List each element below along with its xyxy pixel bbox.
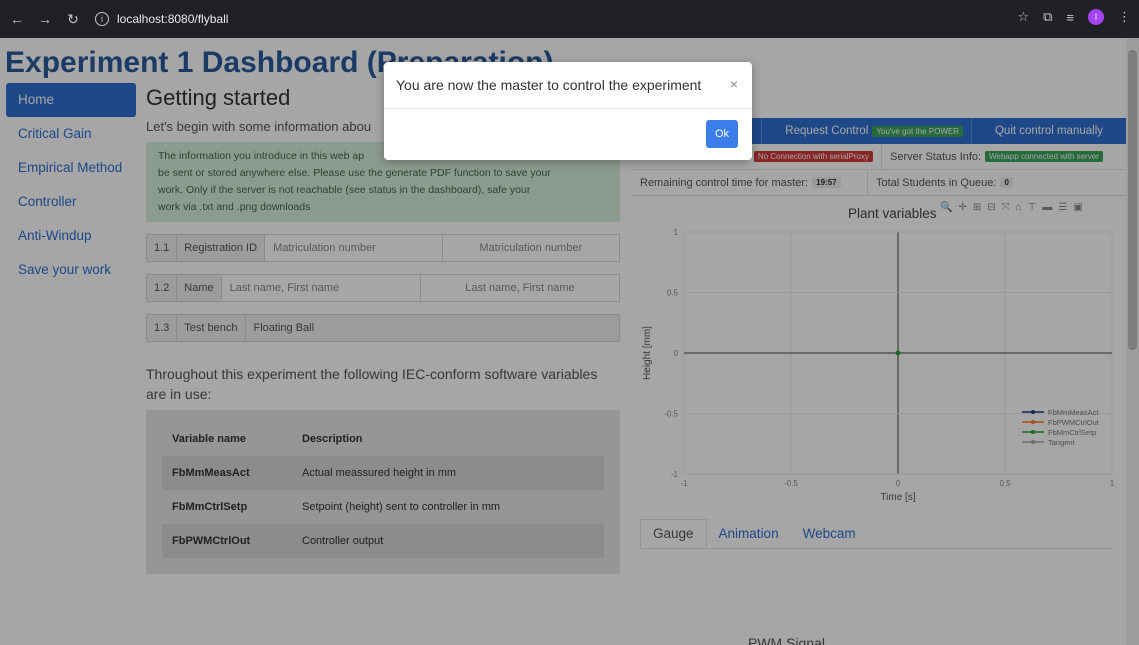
extensions-icon[interactable]: ⧉ bbox=[1043, 9, 1052, 25]
master-control-modal: You are now the master to control the ex… bbox=[384, 62, 752, 160]
close-icon[interactable]: × bbox=[730, 76, 738, 92]
menu-kebab-icon[interactable]: ⋮ bbox=[1118, 9, 1131, 25]
ok-button[interactable]: Ok bbox=[706, 120, 738, 148]
star-icon[interactable]: ☆ bbox=[1017, 9, 1029, 25]
reload-icon[interactable]: ↻ bbox=[62, 8, 84, 30]
browser-toolbar: ← → ↻ i localhost:8080/flyball ☆ ⧉ ≡ I ⋮ bbox=[0, 0, 1139, 38]
address-bar[interactable]: i localhost:8080/flyball bbox=[95, 8, 995, 30]
back-arrow-icon[interactable]: ← bbox=[6, 8, 28, 30]
forward-arrow-icon[interactable]: → bbox=[34, 8, 56, 30]
info-icon[interactable]: i bbox=[95, 12, 109, 26]
modal-message: You are now the master to control the ex… bbox=[384, 62, 752, 109]
url-text: localhost:8080/flyball bbox=[117, 12, 229, 26]
reading-list-icon[interactable]: ≡ bbox=[1066, 10, 1074, 25]
profile-avatar[interactable]: I bbox=[1088, 9, 1104, 25]
